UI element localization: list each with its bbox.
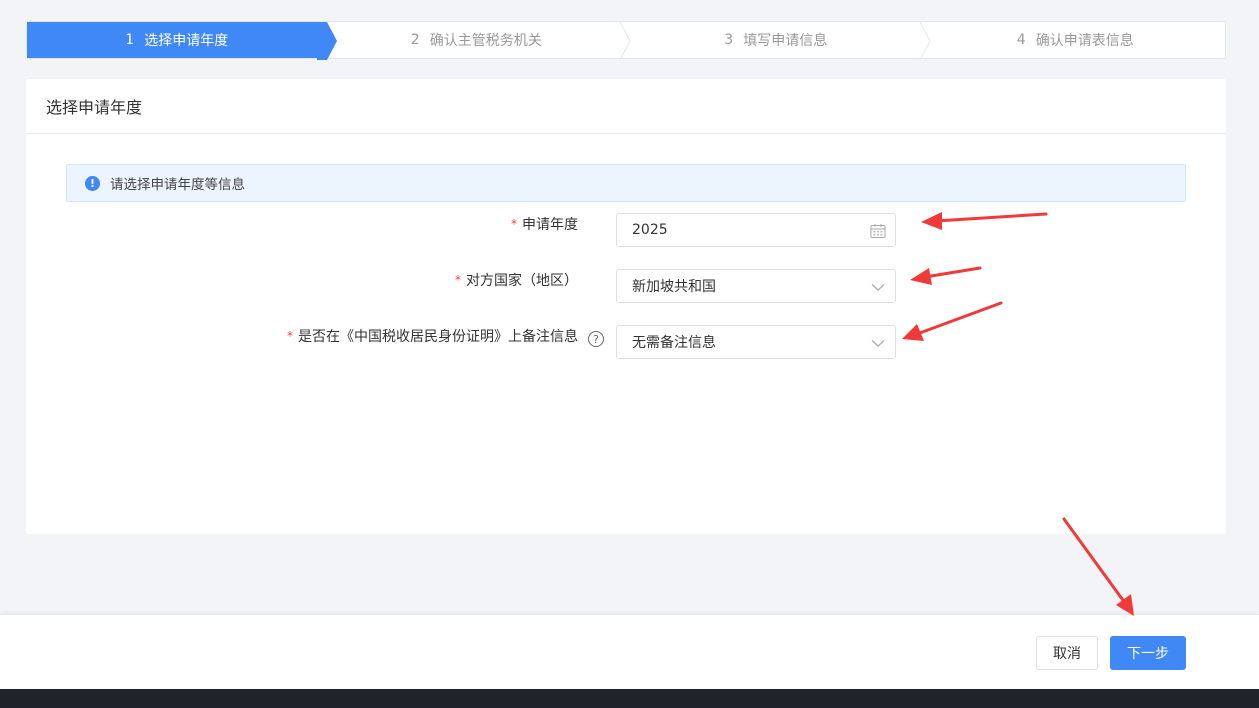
step-label: 确认申请表信息	[1035, 33, 1134, 49]
cancel-button[interactable]: 取消	[1036, 636, 1098, 670]
steps-bar: 1 选择申请年度 2 确认主管税务机关 3 填写申请信息 4 确认申请表信息	[26, 21, 1226, 60]
chevron-down-icon[interactable]	[869, 278, 887, 296]
card-title: 选择申请年度	[26, 79, 1226, 134]
step-number: 2	[410, 32, 420, 48]
step-4: 4 确认申请表信息	[926, 22, 1226, 58]
step-1: 1 选择申请年度	[27, 22, 337, 60]
step-2: 2 确认主管税务机关	[327, 22, 631, 60]
required-mark: *	[455, 273, 461, 287]
country-select[interactable]: 新加坡共和国	[616, 269, 896, 303]
step-number: 4	[1016, 32, 1026, 48]
calendar-icon[interactable]	[869, 222, 887, 240]
step-active-arrow	[316, 22, 337, 60]
year-label: * 申请年度	[511, 207, 578, 241]
form-card: 选择申请年度 ! 请选择申请年度等信息 * 申请年度 2025 * 对方国家（地…	[26, 79, 1226, 534]
step-label: 确认主管税务机关	[429, 33, 542, 49]
remark-label: * 是否在《中国税收居民身份证明》上备注信息	[287, 319, 578, 353]
country-label-text: 对方国家（地区）	[466, 273, 578, 289]
country-value: 新加坡共和国	[632, 279, 716, 295]
step-3: 3 填写申请信息	[626, 22, 931, 60]
step-label: 填写申请信息	[743, 33, 828, 49]
help-icon[interactable]: ?	[588, 331, 604, 347]
step-number: 1	[125, 32, 135, 48]
info-icon: !	[85, 175, 100, 191]
footer-bar: 取消 下一步	[0, 614, 1259, 689]
step-number: 3	[724, 32, 734, 48]
next-button[interactable]: 下一步	[1110, 636, 1186, 670]
remark-label-text: 是否在《中国税收居民身份证明》上备注信息	[298, 329, 578, 345]
remark-select[interactable]: 无需备注信息	[616, 325, 896, 359]
year-value: 2025	[632, 222, 668, 238]
info-alert: ! 请选择申请年度等信息	[66, 164, 1186, 202]
chevron-down-icon[interactable]	[869, 334, 887, 352]
step-separator-chevron	[619, 22, 631, 60]
required-mark: *	[511, 217, 517, 231]
form-row-year: * 申请年度 2025	[26, 213, 1226, 247]
form-row-country: * 对方国家（地区） 新加坡共和国	[26, 269, 1226, 303]
year-picker[interactable]: 2025	[616, 213, 896, 247]
step-separator-chevron	[919, 22, 931, 60]
step-label: 选择申请年度	[144, 33, 229, 49]
year-label-text: 申请年度	[522, 217, 578, 233]
bottom-dark-bar	[0, 689, 1259, 708]
required-mark: *	[287, 329, 293, 343]
form-row-remark: * 是否在《中国税收居民身份证明》上备注信息 ? 无需备注信息	[26, 325, 1226, 359]
alert-text: 请选择申请年度等信息	[110, 177, 245, 193]
remark-value: 无需备注信息	[632, 335, 716, 351]
country-label: * 对方国家（地区）	[455, 263, 578, 297]
